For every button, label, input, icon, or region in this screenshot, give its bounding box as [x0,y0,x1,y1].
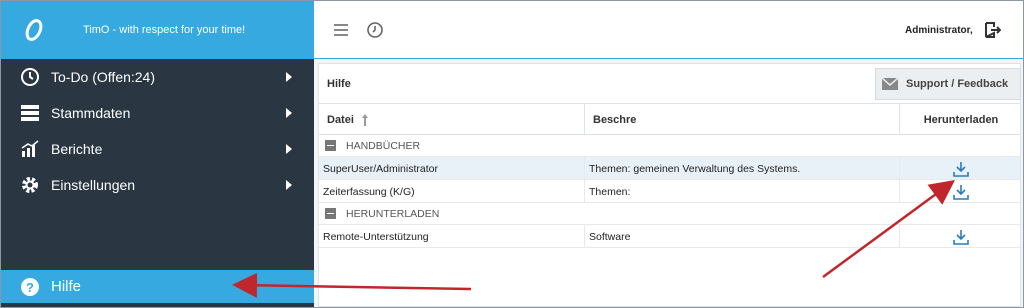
table-row[interactable]: SuperUser/Administrator Themen: gemeinen… [319,157,1020,180]
chart-icon [19,138,41,160]
group-label: HANDBÜCHER [346,139,421,152]
column-header-beschreibung[interactable]: Beschre [585,104,900,135]
file-cell: Remote-Unterstützung [319,225,585,248]
file-cell: Zeiterfassung (K/G) [319,180,585,203]
chevron-right-icon [286,180,292,190]
sidebar-nav: To-Do (Offen:24) Stammdaten Berichte Ein… [1,59,314,203]
download-icon[interactable] [953,161,969,177]
clock-icon [19,66,41,88]
sidebar-item-einstellungen[interactable]: Einstellungen [1,167,314,203]
question-icon: ? [19,276,41,298]
timo-logo-icon[interactable] [21,17,47,43]
sidebar-item-label: To-Do (Offen:24) [51,69,156,85]
brand-bar: TimO - with respect for your time! [1,1,314,59]
table-header: Datei Beschre Herunterladen [319,104,1020,135]
list-icon [19,102,41,124]
panel-title: Hilfe [327,78,351,90]
sidebar-item-berichte[interactable]: Berichte [1,131,314,167]
app-window: TimO - with respect for your time! To-Do… [0,0,1024,308]
app-title: TimO - with respect for your time! [83,24,246,36]
column-label: Datei [327,113,354,126]
group-label: HERUNTERLADEN [346,207,440,220]
sidebar-item-hilfe[interactable]: ? Hilfe [1,270,314,303]
sidebar: TimO - with respect for your time! To-Do… [1,1,314,307]
sidebar-item-label: Berichte [51,141,103,157]
file-cell: SuperUser/Administrator [319,157,585,180]
logout-icon[interactable] [983,21,1002,39]
download-icon[interactable] [953,184,969,200]
group-header-herunterladen[interactable]: HERUNTERLADEN [319,203,1020,225]
svg-text:?: ? [26,280,34,295]
mail-icon [881,77,899,90]
support-feedback-label: Support / Feedback [906,78,1009,90]
gear-icon [19,174,41,196]
main-content: Hilfe Support / Feedback Datei Beschre H… [314,59,1023,307]
download-cell [900,225,1022,248]
sort-up-icon [361,113,368,126]
sidebar-footer [1,303,314,307]
clock-icon[interactable] [366,21,384,39]
column-label: Beschre [593,113,637,126]
column-header-datei[interactable]: Datei [319,104,585,135]
chevron-right-icon [286,72,292,82]
description-cell: Software [585,225,900,248]
description-cell: Themen: gemeinen Verwaltung des Systems. [585,157,900,180]
column-header-herunterladen: Herunterladen [900,104,1022,135]
hamburger-menu-icon[interactable] [334,23,350,37]
user-name[interactable]: Administrator, [905,25,973,36]
sidebar-item-label: Stammdaten [51,105,131,121]
download-cell [900,180,1022,203]
collapse-icon[interactable] [325,208,336,219]
group-header-handbuecher[interactable]: HANDBÜCHER [319,135,1020,157]
help-panel: Hilfe Support / Feedback Datei Beschre H… [318,63,1021,307]
top-bar: Administrator, [314,1,1023,59]
panel-header: Hilfe Support / Feedback [319,64,1021,104]
table-row[interactable]: Remote-Unterstützung Software [319,225,1020,248]
download-cell [900,157,1022,180]
sidebar-item-label: Einstellungen [51,177,136,193]
collapse-icon[interactable] [325,140,336,151]
description-cell: Themen: [585,180,900,203]
chevron-right-icon [286,108,292,118]
column-label: Herunterladen [923,113,999,126]
support-feedback-button[interactable]: Support / Feedback [875,68,1021,100]
download-icon[interactable] [953,229,969,245]
chevron-right-icon [286,144,292,154]
sidebar-item-stammdaten[interactable]: Stammdaten [1,95,314,131]
sidebar-item-label: Hilfe [51,278,82,295]
sidebar-item-todo[interactable]: To-Do (Offen:24) [1,59,314,95]
table-row[interactable]: Zeiterfassung (K/G) Themen: [319,180,1020,203]
